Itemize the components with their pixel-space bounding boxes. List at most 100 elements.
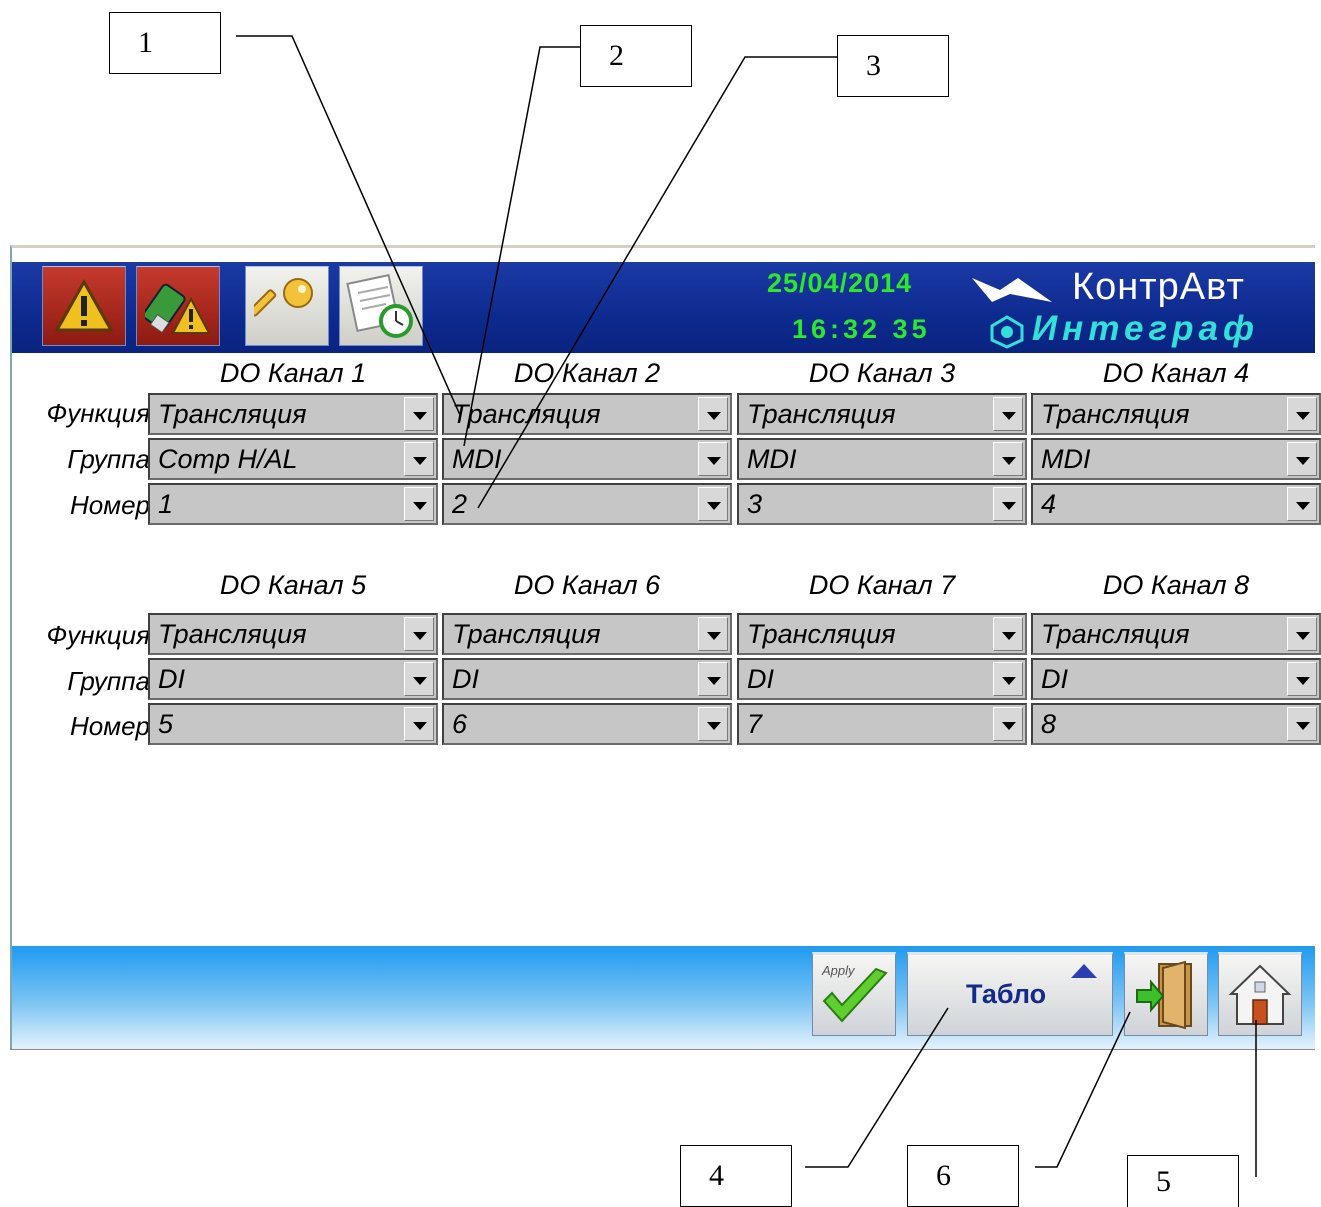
select-value: DI bbox=[158, 664, 185, 694]
select-value: MDI bbox=[452, 444, 502, 474]
chevron-down-icon[interactable] bbox=[1287, 662, 1317, 696]
channel-2-group-select[interactable]: MDI bbox=[442, 438, 732, 480]
channel-3-title: DO Канал 3 bbox=[808, 358, 956, 388]
channel-1-function-select[interactable]: Трансляция bbox=[148, 393, 438, 435]
chevron-down-icon[interactable] bbox=[698, 617, 728, 651]
chevron-down-icon[interactable] bbox=[1287, 442, 1317, 476]
group-label: Группа bbox=[67, 444, 150, 474]
channel-1-group-select[interactable]: Comp H/AL bbox=[148, 438, 438, 480]
select-value: Трансляция bbox=[1041, 399, 1190, 429]
callout-5: 5 bbox=[1127, 1155, 1239, 1207]
number-label: Номер bbox=[70, 490, 150, 520]
channel-8-title: DO Канал 8 bbox=[1102, 570, 1250, 600]
number-label: Номер bbox=[70, 711, 150, 741]
key-icon bbox=[254, 278, 313, 317]
select-value: 1 bbox=[158, 489, 174, 519]
channel-6-function-select[interactable]: Трансляция bbox=[442, 613, 732, 655]
brand-logo-icon bbox=[972, 278, 1052, 302]
channel-7-group-select[interactable]: DI bbox=[737, 658, 1027, 700]
channel-3-number-select[interactable]: 3 bbox=[737, 483, 1027, 525]
function-label: Функция bbox=[46, 620, 150, 650]
chevron-down-icon[interactable] bbox=[1287, 707, 1317, 741]
chevron-down-icon[interactable] bbox=[993, 442, 1023, 476]
select-value: Comp H/AL bbox=[158, 444, 298, 474]
chevron-down-icon[interactable] bbox=[1287, 397, 1317, 431]
schedule-clock-icon bbox=[346, 273, 413, 338]
select-value: MDI bbox=[1041, 444, 1091, 474]
channel-2-number-select[interactable]: 2 bbox=[442, 483, 732, 525]
chevron-down-icon[interactable] bbox=[993, 617, 1023, 651]
chevron-down-icon[interactable] bbox=[698, 487, 728, 521]
channel-8-group-select[interactable]: DI bbox=[1031, 658, 1321, 700]
tablo-label: Табло bbox=[966, 979, 1047, 1009]
callout-1: 1 bbox=[109, 12, 221, 74]
select-value: DI bbox=[1041, 664, 1068, 694]
chevron-down-icon[interactable] bbox=[404, 662, 434, 696]
select-value: 3 bbox=[747, 489, 763, 519]
channel-1-number-select[interactable]: 1 bbox=[148, 483, 438, 525]
chevron-down-icon[interactable] bbox=[404, 442, 434, 476]
triangle-up-icon bbox=[1071, 964, 1097, 978]
warning-icon bbox=[54, 278, 114, 332]
chevron-down-icon[interactable] bbox=[993, 662, 1023, 696]
channel-4-group-select[interactable]: MDI bbox=[1031, 438, 1321, 480]
channel-3-function-select[interactable]: Трансляция bbox=[737, 393, 1027, 435]
select-value: 6 bbox=[452, 709, 468, 739]
channel-3-group-select[interactable]: MDI bbox=[737, 438, 1027, 480]
select-value: 5 bbox=[158, 709, 174, 739]
chevron-down-icon[interactable] bbox=[698, 707, 728, 741]
channel-4-function-select[interactable]: Трансляция bbox=[1031, 393, 1321, 435]
channel-1-title: DO Канал 1 bbox=[219, 358, 367, 388]
home-button[interactable] bbox=[1218, 952, 1302, 1036]
channel-5-title: DO Канал 5 bbox=[219, 570, 367, 600]
alarm-button[interactable] bbox=[42, 266, 126, 346]
chevron-down-icon[interactable] bbox=[993, 397, 1023, 431]
apply-check-icon: Apply bbox=[821, 963, 888, 1023]
channel-6-group-select[interactable]: DI bbox=[442, 658, 732, 700]
chevron-down-icon[interactable] bbox=[404, 617, 434, 651]
chevron-down-icon[interactable] bbox=[404, 397, 434, 431]
channel-2-function-select[interactable]: Трансляция bbox=[442, 393, 732, 435]
group-label: Группа bbox=[67, 666, 150, 696]
chevron-down-icon[interactable] bbox=[404, 487, 434, 521]
channel-5-function-select[interactable]: Трансляция bbox=[148, 613, 438, 655]
chevron-down-icon[interactable] bbox=[1287, 487, 1317, 521]
channel-2-title: DO Канал 2 bbox=[513, 358, 661, 388]
select-value: 2 bbox=[452, 489, 468, 519]
chevron-down-icon[interactable] bbox=[993, 707, 1023, 741]
callout-3: 3 bbox=[837, 35, 949, 97]
select-value: MDI bbox=[747, 444, 797, 474]
schedule-button[interactable] bbox=[339, 266, 423, 346]
channel-4-number-select[interactable]: 4 bbox=[1031, 483, 1321, 525]
select-value: Трансляция bbox=[747, 619, 896, 649]
channel-6-number-select[interactable]: 6 bbox=[442, 703, 732, 745]
channel-4-title: DO Канал 4 bbox=[1102, 358, 1250, 388]
function-label: Функция bbox=[46, 398, 150, 428]
channel-7-number-select[interactable]: 7 bbox=[737, 703, 1027, 745]
callout-6: 6 bbox=[907, 1145, 1019, 1207]
chevron-down-icon[interactable] bbox=[993, 487, 1023, 521]
callout-2: 2 bbox=[580, 25, 692, 87]
channel-5-group-select[interactable]: DI bbox=[148, 658, 438, 700]
apply-button[interactable]: Apply bbox=[812, 952, 896, 1036]
channel-5-number-select[interactable]: 5 bbox=[148, 703, 438, 745]
select-value: Трансляция bbox=[452, 619, 601, 649]
access-key-button[interactable] bbox=[245, 266, 329, 346]
channel-8-function-select[interactable]: Трансляция bbox=[1031, 613, 1321, 655]
bottom-toolbar: Apply Табло bbox=[12, 946, 1315, 1049]
select-value: DI bbox=[747, 664, 774, 694]
usb-warning-icon bbox=[145, 283, 211, 334]
channel-8-number-select[interactable]: 8 bbox=[1031, 703, 1321, 745]
usb-alarm-button[interactable] bbox=[136, 266, 220, 346]
chevron-down-icon[interactable] bbox=[1287, 617, 1317, 651]
tablo-button[interactable]: Табло bbox=[907, 952, 1113, 1036]
chevron-down-icon[interactable] bbox=[698, 442, 728, 476]
exit-button[interactable] bbox=[1124, 952, 1208, 1036]
chevron-down-icon[interactable] bbox=[698, 397, 728, 431]
chevron-down-icon[interactable] bbox=[404, 707, 434, 741]
exit-door-icon bbox=[1136, 960, 1192, 1030]
brand-name: КонтрАвт bbox=[1072, 266, 1245, 308]
chevron-down-icon[interactable] bbox=[698, 662, 728, 696]
device-screen: 25/04/2014 16:32 35 КонтрАвт Интеграф DO… bbox=[10, 245, 1321, 1050]
channel-7-function-select[interactable]: Трансляция bbox=[737, 613, 1027, 655]
